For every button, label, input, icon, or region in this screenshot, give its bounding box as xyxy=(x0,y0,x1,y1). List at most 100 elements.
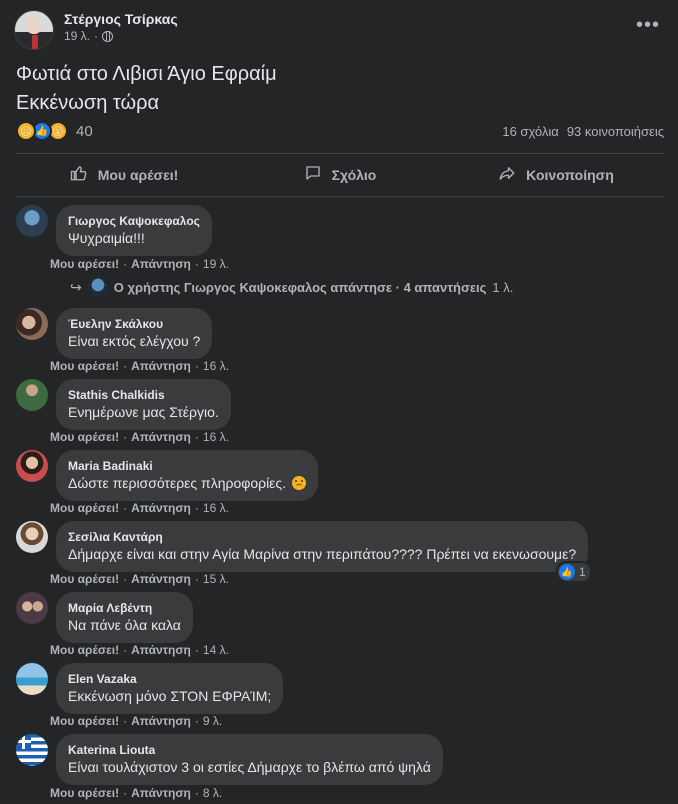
commenter-name[interactable]: Stathis Chalkidis xyxy=(68,387,219,403)
comment-reply-link[interactable]: Απάντηση xyxy=(131,714,191,728)
sad-emoji-icon xyxy=(291,476,306,490)
stats-right: 16 σχόλια 93 κοινοποιήσεις xyxy=(502,124,664,139)
comment-time[interactable]: 16 λ. xyxy=(203,430,229,444)
commenter-avatar[interactable] xyxy=(16,663,48,695)
comment-text: Είναι εκτός ελέγχου ? xyxy=(68,333,201,349)
commenter-name[interactable]: Έυελην Σκάλκου xyxy=(68,316,200,332)
comment-like-link[interactable]: Μου αρέσει! xyxy=(50,786,119,800)
comment-button[interactable]: Σχόλιο xyxy=(232,156,448,194)
reply-avatar xyxy=(87,277,108,297)
reaction-count[interactable]: 40 xyxy=(76,123,93,140)
replies-time: 1 λ. xyxy=(492,279,514,295)
dot-separator: · xyxy=(123,786,128,800)
commenter-avatar[interactable] xyxy=(16,450,48,482)
comment-time[interactable]: 14 λ. xyxy=(203,643,229,657)
commenter-name[interactable]: Elen Vazaka xyxy=(68,671,271,687)
comment-reply-link[interactable]: Απάντηση xyxy=(131,257,191,271)
dot-separator: · xyxy=(194,572,199,586)
dot-separator: · xyxy=(123,430,128,444)
share-button[interactable]: Κοινοποίηση xyxy=(448,156,664,194)
comments-count[interactable]: 16 σχόλια xyxy=(502,124,558,139)
comment-reply-link[interactable]: Απάντηση xyxy=(131,786,191,800)
comment-text: Εκκένωση μόνο ΣΤΟΝ ΕΦΡΑΊΜ; xyxy=(68,688,272,704)
comment-like-link[interactable]: Μου αρέσει! xyxy=(50,359,119,373)
post-time[interactable]: 19 λ. xyxy=(64,29,90,43)
comment-bubble: Γιωργος Καψοκεφαλος Ψυχραιμία!!! xyxy=(56,205,212,256)
comment-actions: Μου αρέσει! · Απάντηση · 14 λ. xyxy=(50,643,229,657)
sad-reaction-icon: ☹ xyxy=(16,121,36,141)
post-actions: Μου αρέσει! Σχόλιο Κοινοποίηση xyxy=(16,156,664,194)
comment-time[interactable]: 9 λ. xyxy=(203,714,222,728)
comment-text: Είναι τουλάχιστον 3 οι εστίες Δήμαρχε το… xyxy=(68,759,431,775)
share-icon xyxy=(498,164,516,187)
view-replies[interactable]: ↪ Ο χρήστης Γιωργος Καψοκεφαλος απάντησε… xyxy=(70,277,513,297)
commenter-avatar[interactable] xyxy=(16,734,48,766)
commenter-name[interactable]: Σεσίλια Καντάρη xyxy=(68,529,576,545)
dot-separator: · xyxy=(194,786,199,800)
commenter-name[interactable]: Μαρία Λεβέντη xyxy=(68,600,181,616)
dot-separator: · xyxy=(123,501,128,515)
comment-like-link[interactable]: Μου αρέσει! xyxy=(50,572,119,586)
dot-separator: · xyxy=(194,714,199,728)
comment-bubble: Stathis Chalkidis Ενημέρωνε μας Στέργιο. xyxy=(56,379,231,430)
comment-reply-link[interactable]: Απάντηση xyxy=(131,501,191,515)
comment-text: Ενημέρωνε μας Στέργιο. xyxy=(68,404,219,420)
commenter-name[interactable]: Γιωργος Καψοκεφαλος xyxy=(68,213,200,229)
like-button[interactable]: Μου αρέσει! xyxy=(16,156,232,194)
comment-bubble: Μαρία Λεβέντη Να πάνε όλα καλα xyxy=(56,592,193,643)
comment-like-link[interactable]: Μου αρέσει! xyxy=(50,643,119,657)
comment-like-link[interactable]: Μου αρέσει! xyxy=(50,501,119,515)
commenter-avatar[interactable] xyxy=(16,379,48,411)
commenter-name[interactable]: Katerina Liouta xyxy=(68,742,431,758)
shares-count[interactable]: 93 κοινοποιήσεις xyxy=(567,124,664,139)
comment-reply-link[interactable]: Απάντηση xyxy=(131,359,191,373)
comment-time[interactable]: 16 λ. xyxy=(203,501,229,515)
divider-bottom xyxy=(16,196,664,197)
reply-arrow-icon: ↪ xyxy=(70,278,82,295)
post-header: Στέργιος Τσίρκας 19 λ. · ••• xyxy=(14,10,664,50)
comment-bubble: Σεσίλια Καντάρη Δήμαρχε είναι και στην Α… xyxy=(56,521,589,572)
author-name[interactable]: Στέργιος Τσίρκας xyxy=(64,11,178,27)
globe-icon xyxy=(102,30,114,42)
commenter-avatar[interactable] xyxy=(16,205,48,237)
dot-separator: · xyxy=(194,501,199,515)
replies-text[interactable]: Ο χρήστης Γιωργος Καψοκεφαλος απάντησε ·… xyxy=(114,280,487,295)
more-options-icon[interactable]: ••• xyxy=(636,15,660,35)
like-badge-icon: 👍 xyxy=(559,564,575,580)
comment-reply-link[interactable]: Απάντηση xyxy=(131,430,191,444)
reaction-summary[interactable]: ☹ 👍 😮 40 xyxy=(16,121,93,141)
comment-actions: Μου αρέσει! · Απάντηση · 16 λ. xyxy=(50,501,229,515)
comment-like-badge[interactable]: 👍 1 xyxy=(556,561,592,583)
commenter-avatar[interactable] xyxy=(16,592,48,624)
comment-time[interactable]: 19 λ. xyxy=(203,257,229,271)
divider-top xyxy=(16,153,664,154)
comment-bubble: Έυελην Σκάλκου Είναι εκτός ελέγχου ? xyxy=(56,308,213,359)
dot-separator: · xyxy=(123,643,128,657)
comment-reply-link[interactable]: Απάντηση xyxy=(131,572,191,586)
commenter-avatar[interactable] xyxy=(16,521,48,553)
comment-time[interactable]: 8 λ. xyxy=(203,786,222,800)
dot-separator: · xyxy=(194,430,199,444)
dot-separator: · xyxy=(123,714,128,728)
author-avatar[interactable] xyxy=(14,10,54,50)
comment-actions: Μου αρέσει! · Απάντηση · 9 λ. xyxy=(50,714,222,728)
post-text: Φωτιά στο Λιβισι Άγιο Εφραίμ Εκκένωση τώ… xyxy=(16,60,277,118)
like-label: Μου αρέσει! xyxy=(97,167,179,183)
commenter-avatar[interactable] xyxy=(16,308,48,340)
post-stats: ☹ 👍 😮 40 16 σχόλια 93 κοινοποιήσεις xyxy=(16,121,664,145)
commenter-name[interactable]: Maria Badinaki xyxy=(68,458,306,474)
comment-text: Δήμαρχε είναι και στην Αγία Μαρίνα στην … xyxy=(68,546,577,562)
comment-bubble: Katerina Liouta Είναι τουλάχιστον 3 οι ε… xyxy=(56,734,443,785)
dot-separator: · xyxy=(194,643,199,657)
comment-like-link[interactable]: Μου αρέσει! xyxy=(50,430,119,444)
comment-like-link[interactable]: Μου αρέσει! xyxy=(50,714,119,728)
comment-like-link[interactable]: Μου αρέσει! xyxy=(50,257,119,271)
post-text-line-2: Εκκένωση τώρα xyxy=(16,92,160,114)
meta-separator: · xyxy=(94,29,99,43)
comment-actions: Μου αρέσει! · Απάντηση · 8 λ. xyxy=(50,786,222,800)
comment-label: Σχόλιο xyxy=(331,167,377,183)
comment-reply-link[interactable]: Απάντηση xyxy=(131,643,191,657)
comment-time[interactable]: 16 λ. xyxy=(203,359,229,373)
comment-time[interactable]: 15 λ. xyxy=(203,572,229,586)
dot-separator: · xyxy=(194,257,199,271)
